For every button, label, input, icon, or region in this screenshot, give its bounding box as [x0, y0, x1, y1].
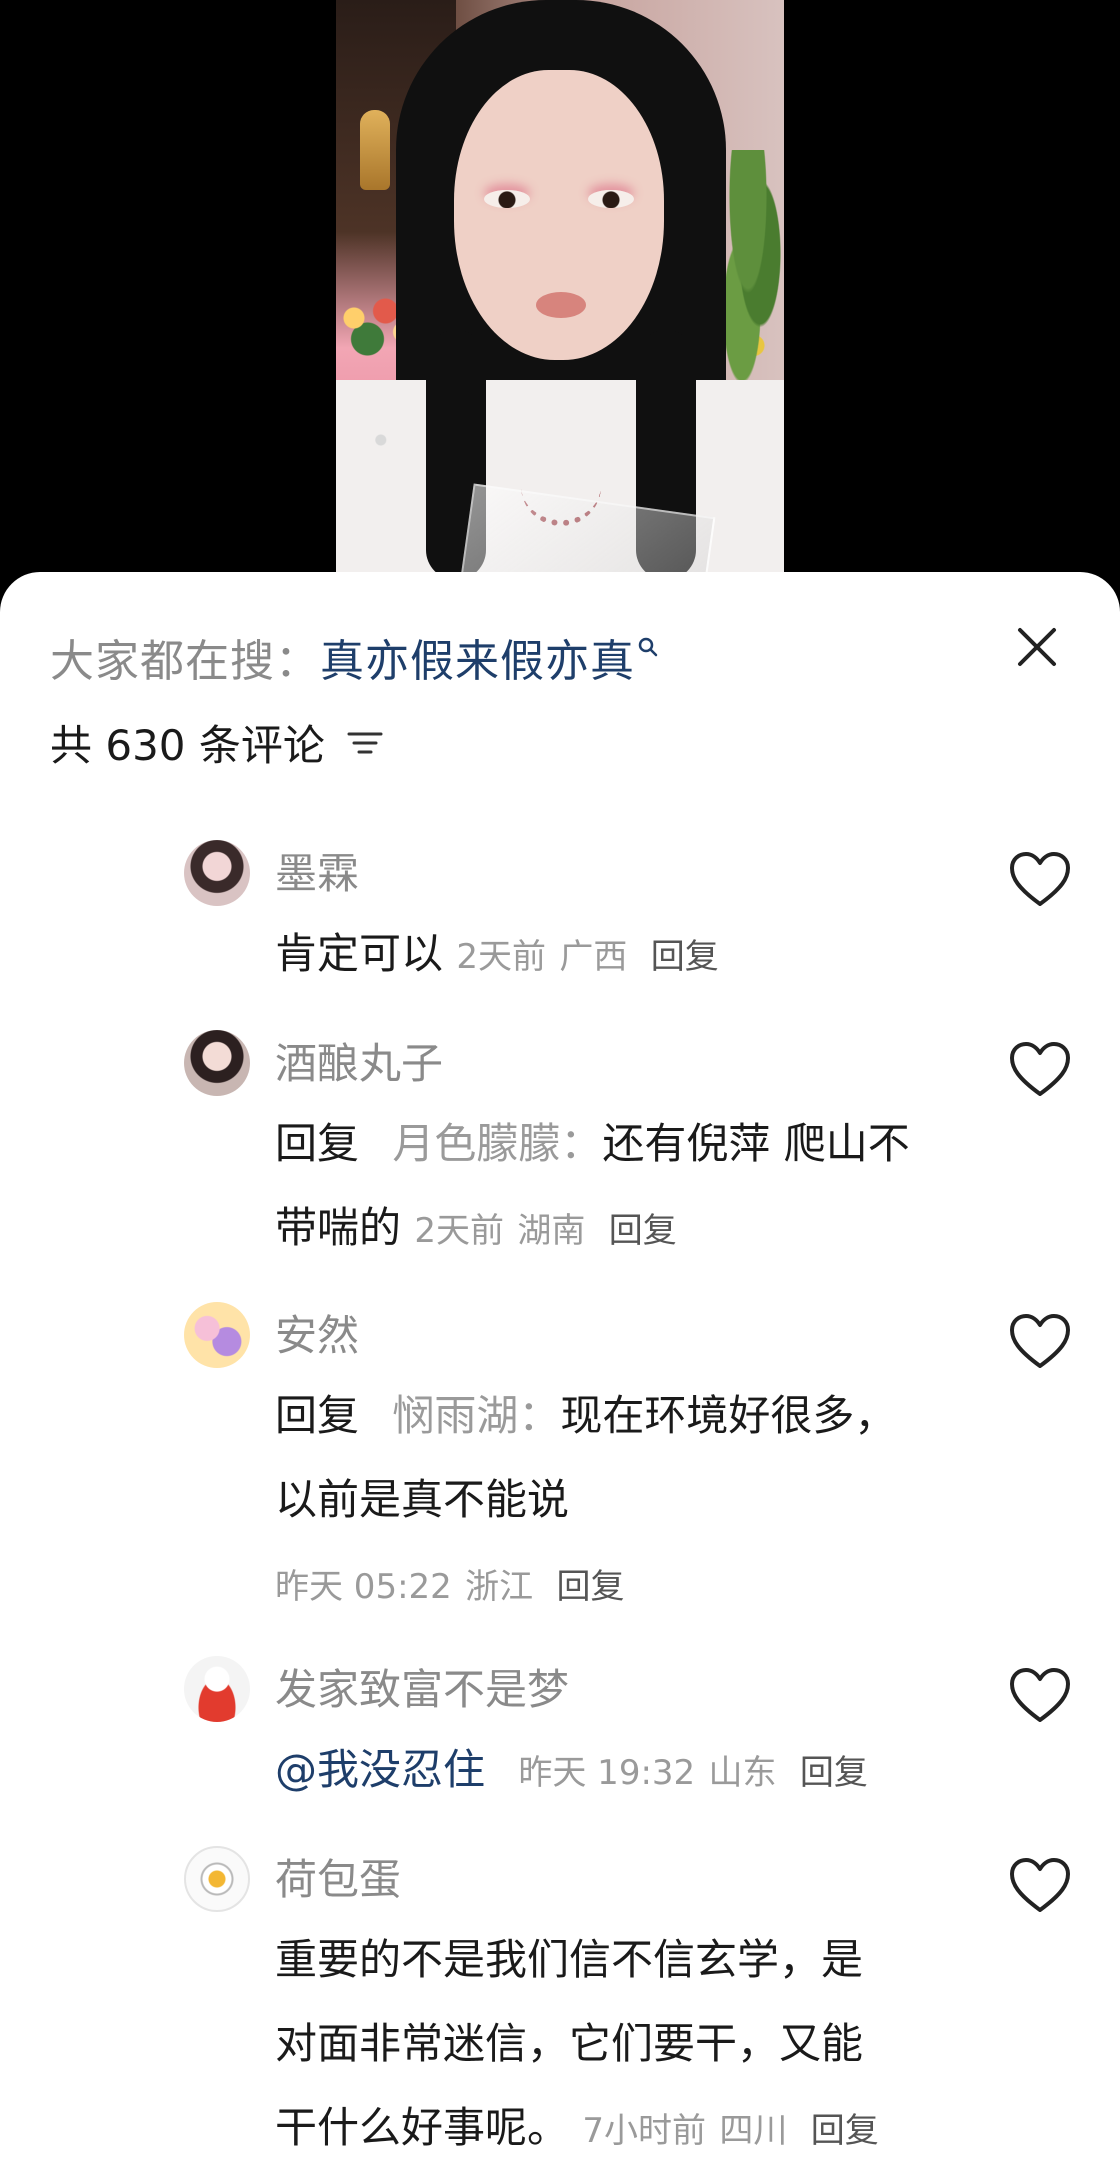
comment-text: 以前是真不能说 [275, 1475, 570, 1524]
comment-text: 干什么好事呢。 [275, 2103, 570, 2152]
trending-search-term[interactable]: 真亦假来假亦真 [320, 625, 635, 689]
comment-count-row: 共 630 条评论 [50, 712, 383, 773]
like-heart-icon[interactable] [1008, 1040, 1072, 1098]
reply-button[interactable]: 回复 [557, 1567, 625, 1607]
comment-username[interactable]: 墨霖 [275, 840, 359, 901]
left-eye [484, 190, 530, 208]
reply-button[interactable]: 回复 [651, 937, 719, 977]
reply-button[interactable]: 回复 [811, 2111, 879, 2151]
comment-time: 7小时前 [582, 2111, 707, 2151]
comment-text: 现在环境好很多， [560, 1391, 897, 1440]
comment-text: 还有倪萍 爬山不 [602, 1119, 910, 1168]
reply-prefix: 回复 [275, 1119, 360, 1168]
face [454, 70, 664, 360]
avatar[interactable] [184, 1302, 250, 1368]
avatar[interactable] [184, 1656, 250, 1722]
comment-text: 重要的不是我们信不信玄学，是 [275, 1935, 864, 1984]
avatar[interactable] [184, 840, 250, 906]
comment-username[interactable]: 发家致富不是梦 [275, 1656, 569, 1717]
avatar[interactable] [184, 1030, 250, 1096]
comment-username[interactable]: 安然 [275, 1302, 359, 1363]
comment-text: 肯定可以 [275, 929, 444, 978]
comment-text: 对面非常迷信，它们要干，又能 [275, 2019, 864, 2068]
close-icon[interactable] [1012, 622, 1062, 672]
like-heart-icon[interactable] [1008, 1856, 1072, 1914]
comment-username[interactable]: 酒酿丸子 [275, 1030, 443, 1091]
sort-icon[interactable] [347, 728, 383, 758]
comment-location: 广西 [559, 937, 628, 977]
comment-time: 昨天 19:32 [518, 1753, 696, 1793]
mention-link[interactable]: @我没忍住 [275, 1745, 485, 1794]
golden-figurine [360, 110, 390, 190]
comment-body: 回复 月色朦朦：还有倪萍 爬山不 带喘的 2天前 湖南 回复 [275, 1102, 955, 1273]
video-frame[interactable] [336, 0, 784, 580]
reply-target-user[interactable]: 悯雨湖： [392, 1391, 560, 1440]
comment-body: 肯定可以 2天前 广西 回复 [275, 912, 955, 999]
comment-text: 带喘的 [275, 1203, 402, 1252]
like-heart-icon[interactable] [1008, 850, 1072, 908]
comment-location: 浙江 [465, 1567, 534, 1607]
like-heart-icon[interactable] [1008, 1666, 1072, 1724]
comment-time: 2天前 [414, 1211, 505, 1251]
search-icon [638, 637, 658, 657]
comment-location: 山东 [708, 1753, 777, 1793]
comment-time: 2天前 [456, 937, 547, 977]
comment-time: 昨天 05:22 [275, 1567, 452, 1607]
lips [536, 292, 586, 318]
video-area[interactable] [0, 0, 1120, 600]
like-heart-icon[interactable] [1008, 1312, 1072, 1370]
comment-count: 共 630 条评论 [50, 721, 325, 770]
comment-body: 重要的不是我们信不信玄学，是 对面非常迷信，它们要干，又能 干什么好事呢。 7小… [275, 1918, 955, 2173]
trending-search[interactable]: 大家都在搜： 真亦假来假亦真 [50, 627, 659, 687]
reply-button[interactable]: 回复 [609, 1211, 677, 1251]
comment-body: 回复 悯雨湖：现在环境好很多， 以前是真不能说 昨天 05:22 浙江 回复 [275, 1374, 955, 1629]
comment-location: 湖南 [517, 1211, 586, 1251]
trending-search-prefix: 大家都在搜： [50, 636, 320, 687]
avatar[interactable] [184, 1846, 250, 1912]
reply-target-user[interactable]: 月色朦朦： [392, 1119, 602, 1168]
comment-username[interactable]: 荷包蛋 [275, 1846, 401, 1907]
background-plant [724, 150, 784, 380]
reply-button[interactable]: 回复 [800, 1753, 868, 1793]
comment-location: 四川 [719, 2111, 788, 2151]
reply-prefix: 回复 [275, 1391, 360, 1440]
right-eye [588, 190, 634, 208]
comment-sheet: 大家都在搜： 真亦假来假亦真 共 630 条评论 墨霖 肯定可以 2天前 广西 … [0, 572, 1120, 2183]
comment-body: @我没忍住 昨天 19:32 山东 回复 [275, 1728, 955, 1815]
